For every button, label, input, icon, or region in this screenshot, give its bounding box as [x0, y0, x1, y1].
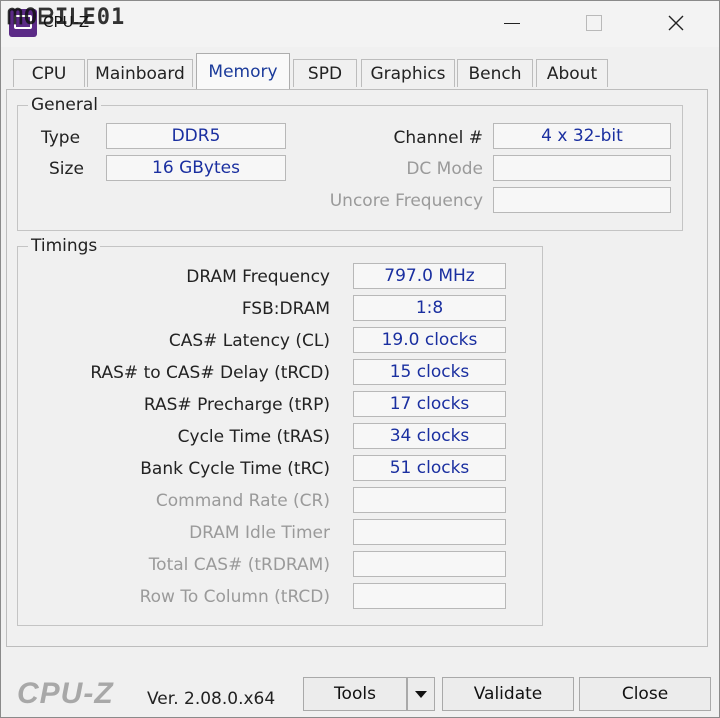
- cpuz-logo: CPU-Z: [17, 677, 114, 710]
- timing-value-field: 17 clocks: [353, 391, 506, 417]
- timing-value-field: 1:8: [353, 295, 506, 321]
- timing-label: DRAM Idle Timer: [189, 523, 330, 543]
- close-button[interactable]: Close: [579, 677, 711, 711]
- chevron-down-icon: [415, 690, 427, 698]
- tab-cpu[interactable]: CPU: [13, 59, 85, 87]
- watermark-logo: ᗰOᗷIᒪE01: [7, 5, 126, 30]
- close-icon: [668, 15, 684, 31]
- tab-about[interactable]: About: [536, 59, 608, 87]
- timing-label: RAS# Precharge (tRP): [143, 395, 330, 415]
- timing-value-field: 797.0 MHz: [353, 263, 506, 289]
- validate-button[interactable]: Validate: [442, 677, 574, 711]
- channel-field: 4 x 32-bit: [493, 123, 671, 149]
- close-window-button[interactable]: [653, 1, 699, 45]
- maximize-icon: [586, 15, 602, 31]
- timing-label: DRAM Frequency: [186, 267, 330, 287]
- cpuz-window: CPU-Z ᗰOᗷIᒪE01 CPU Mainboard Memory SPD …: [0, 0, 720, 718]
- tab-mainboard[interactable]: Mainboard: [87, 59, 193, 87]
- type-label: Type: [41, 128, 81, 148]
- timings-group-title: Timings: [28, 236, 101, 256]
- timing-label: Row To Column (tRCD): [139, 587, 330, 607]
- timing-value-field: [353, 551, 506, 577]
- timing-label: Command Rate (CR): [155, 491, 330, 511]
- tab-memory[interactable]: Memory: [196, 53, 290, 89]
- timing-value-field: [353, 583, 506, 609]
- timing-value-field: [353, 519, 506, 545]
- channel-label: Channel #: [393, 128, 483, 148]
- dc-mode-field: [493, 155, 671, 181]
- tools-dropdown-button[interactable]: [407, 677, 435, 711]
- tools-button[interactable]: Tools: [303, 677, 407, 711]
- size-field: 16 GBytes: [106, 155, 286, 181]
- timing-label: Total CAS# (tRDRAM): [148, 555, 330, 575]
- uncore-frequency-label: Uncore Frequency: [329, 191, 483, 211]
- timing-value-field: [353, 487, 506, 513]
- general-group-title: General: [28, 95, 101, 115]
- size-label: Size: [49, 159, 84, 179]
- maximize-button: [571, 1, 617, 45]
- timing-label: FSB:DRAM: [241, 299, 330, 319]
- minimize-button[interactable]: [489, 1, 535, 45]
- tab-graphics[interactable]: Graphics: [361, 59, 455, 87]
- timing-value-field: 15 clocks: [353, 359, 506, 385]
- title-bar: CPU-Z ᗰOᗷIᒪE01: [1, 1, 719, 47]
- tab-spd[interactable]: SPD: [293, 59, 357, 87]
- timing-value-field: 19.0 clocks: [353, 327, 506, 353]
- version-label: Ver. 2.08.0.x64: [147, 689, 276, 709]
- timing-value-field: 51 clocks: [353, 455, 506, 481]
- timing-label: CAS# Latency (CL): [168, 331, 330, 351]
- timing-label: Bank Cycle Time (tRC): [140, 459, 330, 479]
- uncore-frequency-field: [493, 187, 671, 213]
- tab-bench[interactable]: Bench: [457, 59, 533, 87]
- tab-strip: CPU Mainboard Memory SPD Graphics Bench …: [1, 53, 719, 91]
- type-field: DDR5: [106, 123, 286, 149]
- timing-label: RAS# to CAS# Delay (tRCD): [90, 363, 330, 383]
- minimize-icon: [504, 22, 520, 24]
- timing-value-field: 34 clocks: [353, 423, 506, 449]
- timing-label: Cycle Time (tRAS): [177, 427, 330, 447]
- dc-mode-label: DC Mode: [406, 159, 483, 179]
